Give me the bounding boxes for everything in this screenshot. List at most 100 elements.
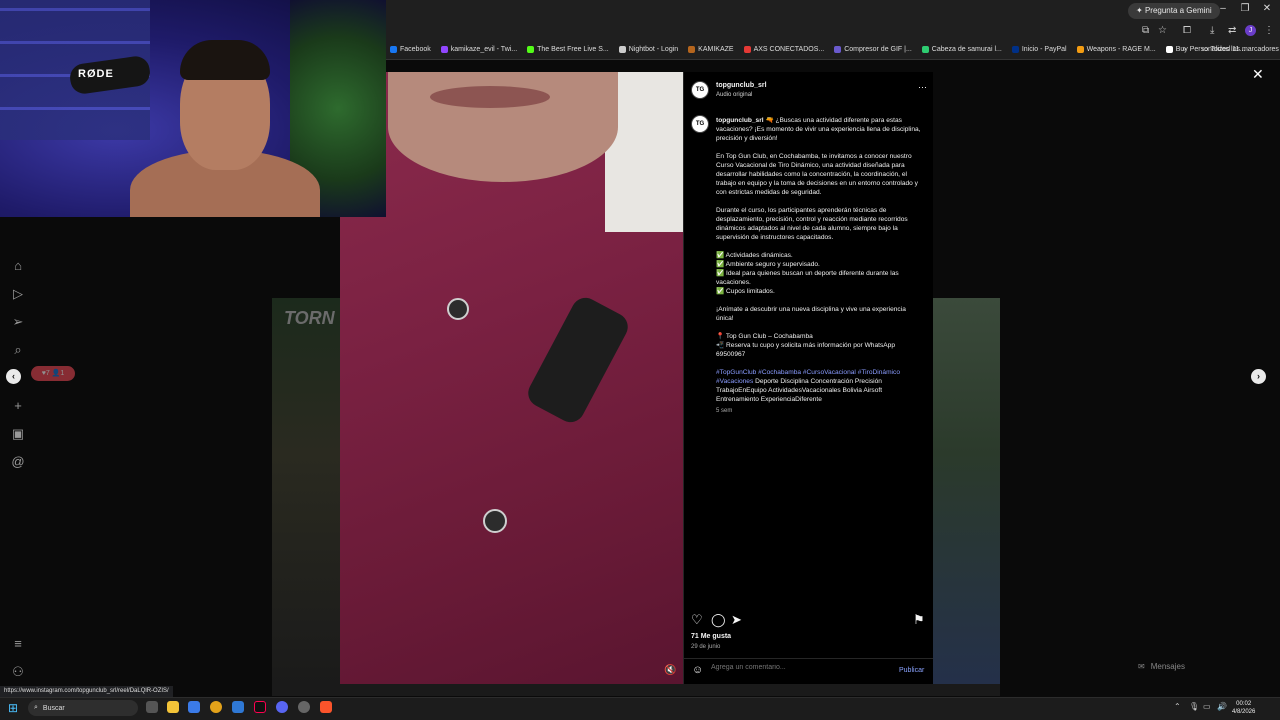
webcam-person-hair (180, 40, 270, 80)
search-icon[interactable]: ⌕ (9, 342, 27, 358)
comment-bar (683, 658, 933, 684)
bookmark-label: kamikaze_evil - Twi... (450, 46, 518, 53)
obs-icon[interactable] (298, 701, 310, 713)
minimize-icon[interactable]: – (1214, 3, 1232, 14)
bookmark-item[interactable]: Facebook (390, 46, 431, 53)
caption-paragraph: En Top Gun Club, en Cochabamba, te invit… (716, 153, 918, 196)
star-icon[interactable]: ☆ (1158, 25, 1167, 36)
home-icon[interactable]: ⌂ (9, 258, 27, 273)
post-date: 29 de junio (691, 644, 721, 650)
reels-icon[interactable]: ▷ (9, 286, 27, 302)
display-tray-icon[interactable]: ▭ (1203, 702, 1211, 711)
store-icon[interactable] (188, 701, 200, 713)
extensions-icon[interactable]: ⧠ (1183, 25, 1191, 36)
bookmark-item[interactable]: Weapons - RAGE M... (1076, 46, 1156, 53)
bookmark-item[interactable]: AXS CONECTADOS... (743, 46, 824, 53)
caption-avatar[interactable]: TG (691, 115, 709, 133)
caption-bullet: ✅ Actividades dinámicas. (716, 252, 793, 259)
caption-bullet: ✅ Ambiente seguro y supervisado. (716, 261, 820, 268)
profile-icon[interactable]: ⚇ (9, 664, 27, 680)
comment-input[interactable] (711, 664, 881, 671)
restore-icon[interactable]: ❐ (1236, 3, 1254, 14)
tiktok-icon[interactable] (254, 701, 266, 713)
gemini-button[interactable]: ✦ Pregunta a Gemini (1128, 3, 1220, 19)
chrome-icon[interactable] (210, 701, 222, 713)
caption-tags-block: #TopGunClub #Cochabamba #CursoVacacional… (716, 368, 922, 404)
previous-arrow-icon[interactable]: ‹ (6, 369, 21, 384)
dashboard-icon[interactable]: ▣ (9, 426, 27, 442)
emoji-icon[interactable]: ☺ (692, 664, 703, 676)
app-icon[interactable] (232, 701, 244, 713)
profile-grid-right-tile[interactable] (933, 298, 1000, 688)
mic-tray-icon[interactable]: 🎙 (1189, 702, 1199, 711)
messages-icon: ✉ (1138, 661, 1145, 671)
task-view-icon[interactable] (146, 701, 158, 713)
messages-button[interactable]: ✉ Mensajes (1138, 656, 1258, 676)
caption-bullet: ✅ Cupos limitados. (716, 288, 775, 295)
profile-avatar[interactable]: J (1245, 25, 1256, 36)
all-bookmarks-button[interactable]: ▭ Todos los marcadores (1202, 45, 1279, 53)
bookmark-favicon (834, 46, 842, 53)
all-bookmarks-label: Todos los marcadores (1210, 46, 1279, 53)
bookmark-item[interactable]: Inicio - PayPal (1011, 46, 1067, 53)
bookmark-favicon (1165, 46, 1173, 53)
download-icon[interactable]: ⤓ (1210, 25, 1214, 36)
post-audio[interactable]: Audio original (716, 92, 752, 98)
next-arrow-icon[interactable]: › (1251, 369, 1266, 384)
bookmark-item[interactable]: Compresor de GIF |... (834, 46, 912, 53)
close-window-icon[interactable]: ✕ (1258, 3, 1276, 14)
notification-pill[interactable]: ♥7 👤1 (31, 366, 75, 381)
clock-date: 4/8/2026 (1232, 709, 1256, 715)
share-icon[interactable]: ➤ (731, 612, 742, 628)
more-bookmarks-icon[interactable]: » (1182, 44, 1186, 53)
more-options-icon[interactable]: ⋯ (918, 82, 927, 93)
tray-chevron-icon[interactable]: ⌃ (1174, 702, 1181, 711)
bookmark-label: Facebook (400, 46, 431, 53)
bookmark-favicon (743, 46, 751, 53)
cast-icon[interactable]: ⧉ (1142, 25, 1149, 36)
caption-location: 📍 Top Gun Club – Cochabamba (716, 333, 813, 340)
account-avatar[interactable]: TG (691, 81, 709, 99)
save-icon[interactable]: ⚑ (913, 612, 925, 628)
status-url: https://www.instagram.com/topgunclub_srl… (0, 686, 173, 697)
sync-icon[interactable]: ⇄ (1228, 25, 1236, 36)
caption-contact: 📲 Reserva tu cupo y solicita más informa… (716, 342, 895, 358)
bookmarks-bar: Facebook kamikaze_evil - Twi... The Best… (386, 40, 1280, 60)
taskbar-search[interactable]: ⌕ Buscar (28, 700, 138, 716)
bookmark-item[interactable]: KAMIKAZE (688, 46, 734, 53)
windows-start-icon[interactable]: ⊞ (8, 701, 18, 715)
shirt-button (447, 298, 469, 320)
close-modal-icon[interactable]: ✕ (1252, 66, 1264, 83)
bookmark-favicon (688, 46, 696, 53)
bookmark-label: Weapons - RAGE M... (1086, 46, 1156, 53)
taskbar-clock[interactable]: 00:02 4/8/2026 (1232, 700, 1255, 716)
like-count[interactable]: 71 Me gusta (691, 633, 731, 640)
menu-icon[interactable]: ≡ (9, 636, 27, 651)
bookmark-item[interactable]: Nightbot - Login (618, 46, 679, 53)
grid-tile-text: TORN (284, 308, 335, 328)
caption-paragraph: ¡Anímate a descubrir una nueva disciplin… (716, 306, 906, 322)
chrome-menu-icon[interactable]: ⋮ (1264, 25, 1274, 36)
bookmark-item[interactable]: Cabeza de samurai l... (921, 46, 1002, 53)
like-icon[interactable]: ♡ (691, 612, 703, 628)
file-explorer-icon[interactable] (167, 701, 179, 713)
messages-icon[interactable]: ➢ (9, 314, 27, 330)
comment-icon[interactable]: ◯ (711, 612, 726, 628)
bookmark-favicon (440, 46, 448, 53)
bookmark-favicon (527, 46, 535, 53)
bookmark-item[interactable]: The Best Free Live S... (527, 46, 609, 53)
caption-username[interactable]: topgunclub_srl (716, 117, 764, 124)
mute-icon[interactable]: 🔇 (664, 665, 676, 676)
brave-icon[interactable] (320, 701, 332, 713)
publish-button[interactable]: Publicar (899, 667, 924, 674)
mic-brand-logo: RØDE (78, 68, 114, 80)
bookmark-label: Nightbot - Login (628, 46, 679, 53)
post-username[interactable]: topgunclub_srl (716, 82, 767, 89)
volume-icon[interactable]: 🔊 (1217, 702, 1227, 711)
create-icon[interactable]: + (9, 398, 27, 413)
threads-icon[interactable]: @ (9, 454, 27, 469)
discord-icon[interactable] (276, 701, 288, 713)
caption-paragraph: Durante el curso, los participantes apre… (716, 207, 908, 241)
bookmark-item[interactable]: kamikaze_evil - Twi... (440, 46, 518, 53)
profile-grid-left-tile[interactable] (272, 298, 340, 688)
